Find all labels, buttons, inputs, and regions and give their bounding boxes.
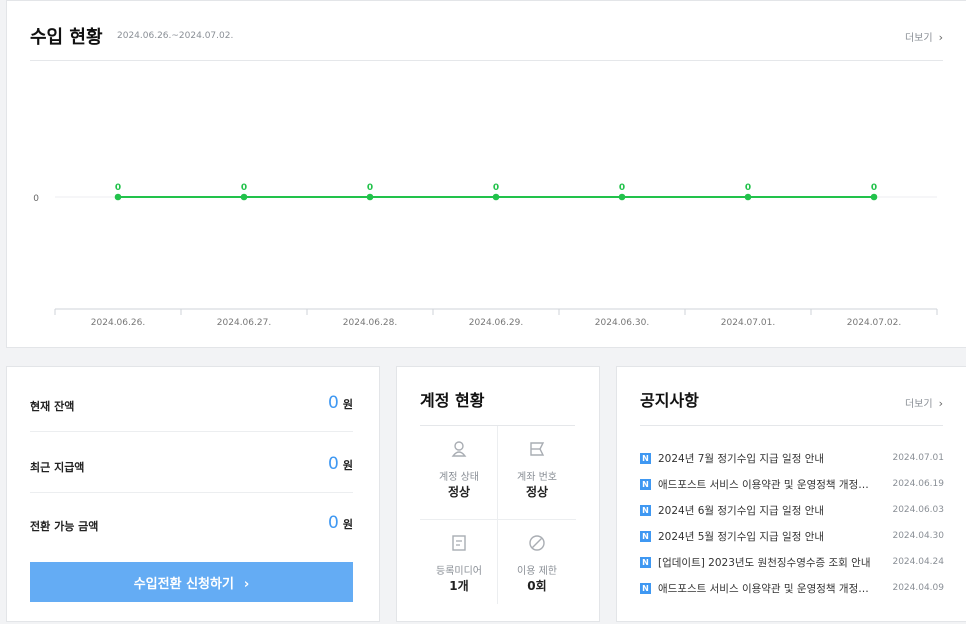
revenue-chart: 0 0 2024.06.26. 0 2024.06.27. 0 2024.06.28. 0 20…	[33, 183, 938, 328]
balance-row-current: 현재 잔액 0원	[30, 372, 353, 432]
x-tick-label: 2024.06.30.	[595, 318, 649, 328]
account-cell-label: 계좌 번호	[517, 472, 557, 483]
notice-item[interactable]: N 애드포스트 서비스 이용약관 및 운영정책 개정 안내 2024.06.19	[640, 471, 944, 497]
notice-item-date: 2024.06.03	[892, 505, 944, 515]
balance-unit: 원	[342, 459, 353, 472]
notice-item-date: 2024.07.01	[892, 453, 944, 463]
data-point	[618, 193, 626, 201]
x-tick-label: 2024.06.28.	[343, 318, 397, 328]
registered-media-cell: 등록미디어 1개	[420, 520, 498, 609]
notice-item-title: 애드포스트 서비스 이용약관 및 운영정책 개정 안내	[658, 582, 872, 595]
balance-label: 전환 가능 금액	[30, 520, 99, 533]
x-tick-label: 2024.07.02.	[847, 318, 901, 328]
data-point	[744, 193, 752, 201]
account-number-cell: 계좌 번호 정상	[498, 426, 576, 515]
data-label: 0	[745, 183, 751, 193]
account-status-cell: 계정 상태 정상	[420, 426, 498, 515]
account-cell-label: 이용 제한	[517, 566, 557, 577]
data-label: 0	[115, 183, 121, 193]
data-label: 0	[367, 183, 373, 193]
notice-item-title: 애드포스트 서비스 이용약관 및 운영정책 개정 안내	[658, 478, 872, 491]
notice-item-title: 2024년 5월 정기수입 지급 일정 안내	[658, 530, 825, 543]
data-point	[366, 193, 374, 201]
chevron-right-icon: ›	[938, 397, 943, 410]
notice-item[interactable]: N 2024년 5월 정기수입 지급 일정 안내 2024.04.30	[640, 523, 944, 549]
new-badge: N	[640, 556, 651, 568]
notice-item[interactable]: N [업데이트] 2023년도 원천징수영수증 조회 안내 2024.04.24	[640, 549, 944, 575]
y-tick-label: 0	[33, 194, 39, 204]
data-point	[114, 193, 122, 201]
new-badge: N	[640, 452, 651, 464]
data-label: 0	[493, 183, 499, 193]
notice-panel: 공지사항 더보기 › N 2024년 7월 정기수입 지급 일정 안내 2024.…	[616, 366, 966, 622]
apply-conversion-button[interactable]: 수입전환 신청하기 ›	[30, 562, 353, 602]
revenue-panel: 수입 현황 2024.06.26.~2024.07.02. 더보기 › 0 0 202…	[6, 0, 966, 348]
notice-item-date: 2024.06.19	[892, 479, 944, 489]
notice-item[interactable]: N 2024년 7월 정기수입 지급 일정 안내 2024.07.01	[640, 445, 944, 471]
new-badge: N	[640, 478, 651, 490]
balance-unit: 원	[342, 398, 353, 411]
notice-list: N 2024년 7월 정기수입 지급 일정 안내 2024.07.01 N 애드…	[640, 445, 944, 601]
data-label: 0	[619, 183, 625, 193]
notice-item-date: 2024.04.09	[892, 583, 944, 593]
divider	[640, 425, 943, 426]
balance-amount: 0	[328, 513, 339, 533]
notice-more-link[interactable]: 더보기 ›	[905, 395, 943, 410]
notice-title: 공지사항	[640, 391, 699, 410]
new-badge: N	[640, 530, 651, 542]
balance-label: 현재 잔액	[30, 400, 75, 413]
data-label: 0	[241, 183, 247, 193]
x-tick-label: 2024.06.29.	[469, 318, 523, 328]
balance-row-convertible: 전환 가능 금액 0원	[30, 492, 353, 552]
account-cell-value: 1개	[449, 579, 469, 593]
revenue-title: 수입 현황	[30, 27, 103, 48]
balance-value: 0원	[328, 393, 353, 413]
new-badge: N	[640, 504, 651, 516]
data-point	[240, 193, 248, 201]
balance-amount: 0	[328, 454, 339, 474]
chevron-right-icon: ›	[938, 31, 943, 44]
person-icon	[420, 440, 498, 458]
notice-more-label: 더보기	[904, 399, 933, 410]
account-cell-value: 0회	[527, 579, 547, 593]
x-tick-label: 2024.07.01.	[721, 318, 775, 328]
account-title: 계정 현황	[420, 391, 485, 410]
account-cell-label: 등록미디어	[436, 566, 482, 577]
x-tick-label: 2024.06.27.	[217, 318, 271, 328]
balance-row-recent-payment: 최근 지급액 0원	[30, 433, 353, 493]
revenue-date-range: 2024.06.26.~2024.07.02.	[117, 31, 234, 41]
apply-conversion-label: 수입전환 신청하기	[133, 576, 234, 592]
account-cell-label: 계정 상태	[439, 472, 479, 483]
notice-item-title: 2024년 7월 정기수입 지급 일정 안내	[658, 452, 825, 465]
data-point	[492, 193, 500, 201]
prohibited-icon	[498, 534, 576, 552]
document-icon	[420, 534, 498, 552]
account-grid: 계정 상태 정상 계좌 번호 정상 등록미디어 1개 이용 제한 0회	[420, 426, 576, 604]
revenue-more-label: 더보기	[904, 33, 933, 44]
chevron-right-icon: ›	[243, 576, 250, 592]
notice-item[interactable]: N 애드포스트 서비스 이용약관 및 운영정책 개정 안내 2024.04.09	[640, 575, 944, 601]
balance-panel: 현재 잔액 0원 최근 지급액 0원 전환 가능 금액 0원 수입전환 신청하기…	[6, 366, 380, 622]
x-tick-label: 2024.06.26.	[91, 318, 145, 328]
balance-label: 최근 지급액	[30, 461, 85, 474]
account-panel: 계정 현황 계정 상태 정상 계좌 번호 정상 등록미디어 1개 이용 제한 0…	[396, 366, 600, 622]
notice-item[interactable]: N 2024년 6월 정기수입 지급 일정 안내 2024.06.03	[640, 497, 944, 523]
account-cell-value: 정상	[447, 485, 471, 499]
revenue-more-link[interactable]: 더보기 ›	[905, 29, 943, 44]
data-label: 0	[871, 183, 877, 193]
notice-item-title: [업데이트] 2023년도 원천징수영수증 조회 안내	[658, 556, 871, 569]
account-cell-value: 정상	[525, 485, 549, 499]
notice-item-title: 2024년 6월 정기수입 지급 일정 안내	[658, 504, 825, 517]
usage-restriction-cell: 이용 제한 0회	[498, 520, 576, 609]
balance-amount: 0	[328, 393, 339, 413]
balance-value: 0원	[328, 454, 353, 474]
balance-value: 0원	[328, 513, 353, 533]
card-icon	[498, 440, 576, 458]
balance-unit: 원	[342, 518, 353, 531]
notice-item-date: 2024.04.24	[892, 557, 944, 567]
data-point	[870, 193, 878, 201]
new-badge: N	[640, 582, 651, 594]
notice-item-date: 2024.04.30	[892, 531, 944, 541]
